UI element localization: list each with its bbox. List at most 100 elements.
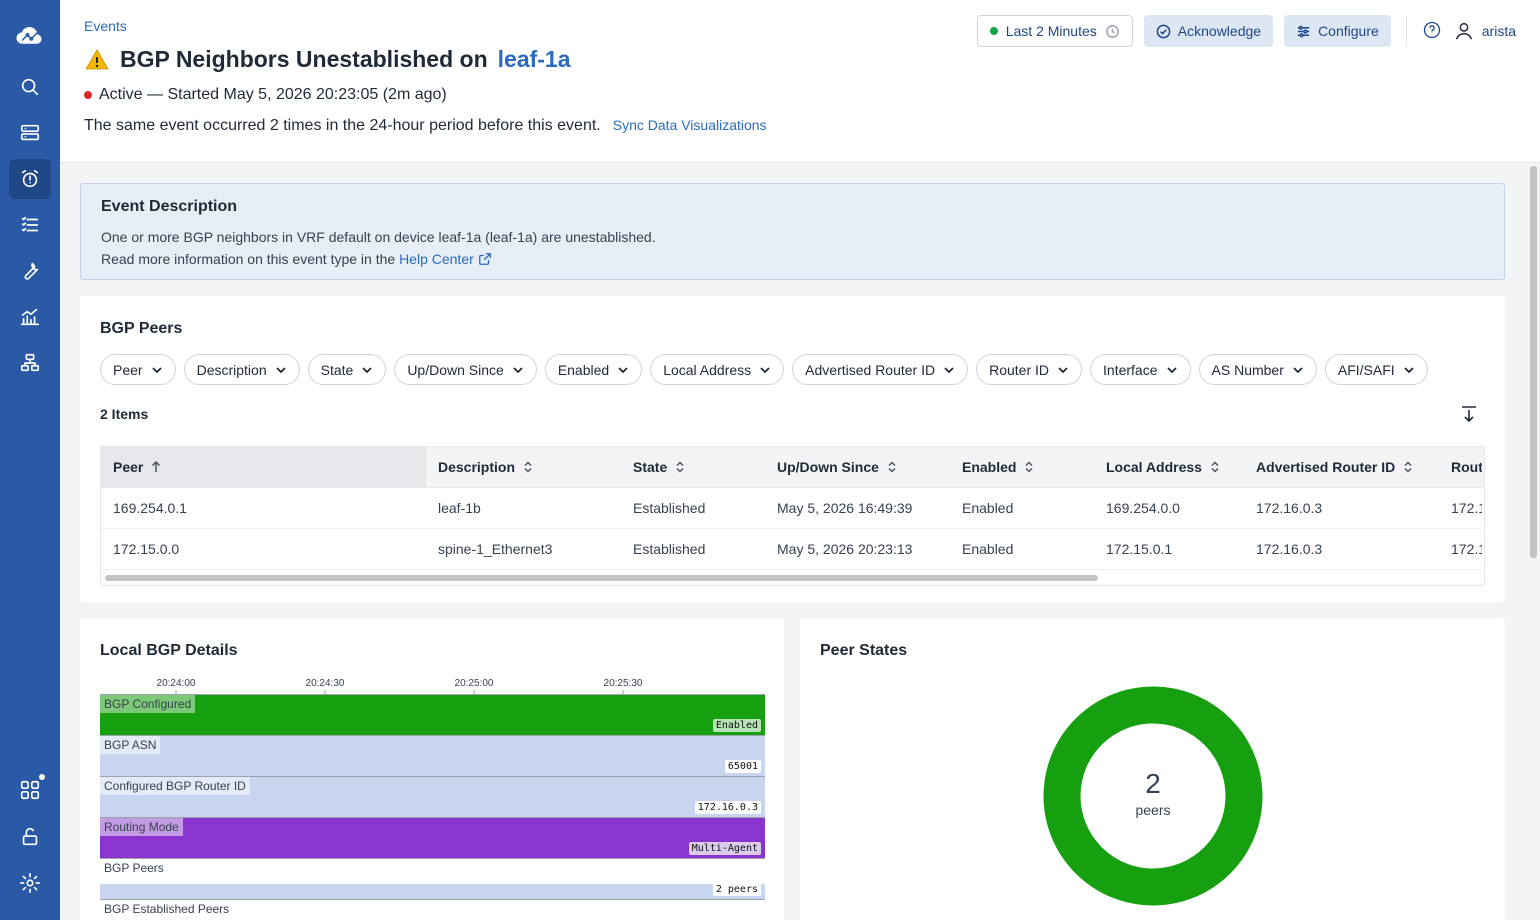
table-header: Peer Description State Up/Down Since Enabled… <box>101 447 1484 488</box>
chevron-down-icon <box>618 366 628 373</box>
sort-icon <box>1404 461 1412 473</box>
table-body: 169.254.0.1 leaf-1b Established May 5, 2026… <box>101 488 1484 570</box>
donut-center: 2 peers <box>1043 768 1263 818</box>
wrench-icon[interactable] <box>9 251 51 291</box>
filter-chip-afi-safi[interactable]: AFI/SAFI <box>1324 354 1428 385</box>
chevron-down-icon <box>1404 366 1414 373</box>
filter-chip-label: Local Address <box>663 361 752 378</box>
sliders-icon <box>1297 25 1310 37</box>
peer-states-title: Peer States <box>820 642 908 659</box>
timeline-lane-bgp-peers[interactable]: BGP Peers 2 peers <box>100 859 765 900</box>
filter-chip-label: State <box>320 361 354 378</box>
table-row[interactable]: 172.15.0.0 spine-1_Ethernet3 Established Ma… <box>101 529 1484 570</box>
external-link-icon <box>478 253 491 265</box>
peer-states-card: Peer States 2 peers <box>800 618 1505 920</box>
column-header-label: Route <box>1451 459 1482 475</box>
breadcrumb-events[interactable]: Events <box>84 18 127 34</box>
warning-icon <box>85 48 109 69</box>
filter-chip-label: Router ID <box>989 361 1050 378</box>
table-row[interactable]: 169.254.0.1 leaf-1b Established May 5, 2026… <box>101 488 1484 529</box>
help-center-link[interactable]: Help Center <box>399 251 492 267</box>
table-cell: 172.16.0.3 <box>1256 500 1323 516</box>
topology-icon[interactable] <box>9 343 51 383</box>
filter-chip-as-number[interactable]: AS Number <box>1198 354 1317 385</box>
filter-chip-label: Peer <box>113 361 143 378</box>
acknowledge-button[interactable]: Acknowledge <box>1143 15 1274 47</box>
username: arista <box>1481 23 1516 39</box>
time-axis: 20:24:00 20:24:30 20:25:00 20:25:30 <box>100 678 765 695</box>
lane-value: 172.16.0.3 <box>694 801 761 814</box>
help-icon[interactable] <box>1422 20 1442 43</box>
dashboard-icon[interactable] <box>9 297 51 337</box>
check-circle-icon <box>1156 24 1171 38</box>
filter-chip-local-address[interactable]: Local Address <box>650 354 785 385</box>
timeline-lane-bgp-asn[interactable]: BGP ASN 65001 <box>100 736 765 777</box>
filter-chip-state[interactable]: State <box>307 354 387 385</box>
sync-data-link[interactable]: Sync Data Visualizations <box>613 117 767 133</box>
column-header-label: Up/Down Since <box>777 459 879 475</box>
filter-chip-router-id[interactable]: Router ID <box>976 354 1083 385</box>
timeline-lane-configured-bgp-router-id[interactable]: Configured BGP Router ID 172.16.0.3 <box>100 777 765 818</box>
horizontal-scrollbar[interactable] <box>105 575 1098 581</box>
configure-button[interactable]: Configure <box>1284 15 1391 47</box>
device-link[interactable]: leaf-1a <box>498 46 571 73</box>
user-menu[interactable]: arista <box>1453 20 1516 42</box>
apps-icon[interactable] <box>9 770 51 810</box>
timeline-lane-routing-mode[interactable]: Routing Mode Multi-Agent <box>100 818 765 859</box>
column-header-up-down-since[interactable]: Up/Down Since <box>765 447 950 487</box>
chevron-down-icon <box>1058 366 1068 373</box>
filter-chip-label: Advertised Router ID <box>805 361 936 378</box>
lane-label: Configured BGP Router ID <box>100 777 250 795</box>
table-cell: spine-1_Ethernet3 <box>438 541 553 557</box>
chevron-down-icon <box>1293 366 1303 373</box>
gear-icon[interactable] <box>9 863 51 903</box>
column-header-local-address[interactable]: Local Address <box>1094 447 1244 487</box>
column-header-route[interactable]: Route <box>1439 447 1482 487</box>
table-cell: Established <box>633 500 706 516</box>
filter-chip-up-down-since[interactable]: Up/Down Since <box>394 354 537 385</box>
column-header-enabled[interactable]: Enabled <box>950 447 1094 487</box>
event-status: Active — Started May 5, 2026 20:23:05 (2… <box>84 86 447 104</box>
export-icon[interactable] <box>1459 404 1479 427</box>
items-count: 2 Items <box>100 406 149 422</box>
sort-icon <box>888 461 896 473</box>
page-header: Events BGP Neighbors Unestablished on le… <box>60 0 1540 163</box>
table-cell: Enabled <box>962 500 1014 516</box>
timeline-lane-bgp-configured[interactable]: BGP Configured Enabled <box>100 695 765 736</box>
column-header-peer[interactable]: Peer <box>101 447 426 487</box>
column-header-label: State <box>633 459 668 475</box>
table-cell: 172.1 <box>1451 500 1482 516</box>
column-header-label: Local Address <box>1106 459 1202 475</box>
column-header-label: Peer <box>113 459 144 475</box>
lane-label: Routing Mode <box>100 818 183 836</box>
time-range-button[interactable]: Last 2 Minutes <box>976 15 1133 47</box>
user-icon <box>1455 22 1472 40</box>
lane-label: BGP Peers <box>104 861 164 875</box>
column-header-advertised-router-id[interactable]: Advertised Router ID <box>1244 447 1439 487</box>
chevron-down-icon <box>513 366 523 373</box>
tasks-icon[interactable] <box>9 205 51 245</box>
time-range-label: Last 2 Minutes <box>1005 23 1097 39</box>
filter-chip-description[interactable]: Description <box>183 354 300 385</box>
column-header-state[interactable]: State <box>621 447 765 487</box>
sort-icon <box>676 461 684 473</box>
filter-chip-label: Up/Down Since <box>407 361 504 378</box>
column-header-description[interactable]: Description <box>426 447 621 487</box>
local-bgp-title: Local BGP Details <box>100 642 238 659</box>
unlock-icon[interactable] <box>9 817 51 857</box>
filter-chip-interface[interactable]: Interface <box>1090 354 1191 385</box>
time-tick-label: 20:25:00 <box>454 678 494 695</box>
sort-icon <box>524 461 532 473</box>
sort-icon <box>1211 461 1219 473</box>
filter-chip-peer[interactable]: Peer <box>100 354 176 385</box>
search-icon[interactable] <box>9 67 51 107</box>
filter-chip-advertised-router-id[interactable]: Advertised Router ID <box>792 354 969 385</box>
time-tick-label: 20:25:30 <box>603 678 643 695</box>
filter-chip-enabled[interactable]: Enabled <box>544 354 643 385</box>
occurrence-text: The same event occurred 2 times in the 2… <box>84 117 601 134</box>
alarm-icon[interactable] <box>9 159 51 199</box>
timeline-lane-bgp-established-peers[interactable]: BGP Established Peers <box>100 900 765 920</box>
cloud-logo-icon[interactable] <box>9 15 51 55</box>
vertical-scrollbar[interactable] <box>1530 166 1537 558</box>
devices-icon[interactable] <box>9 113 51 153</box>
